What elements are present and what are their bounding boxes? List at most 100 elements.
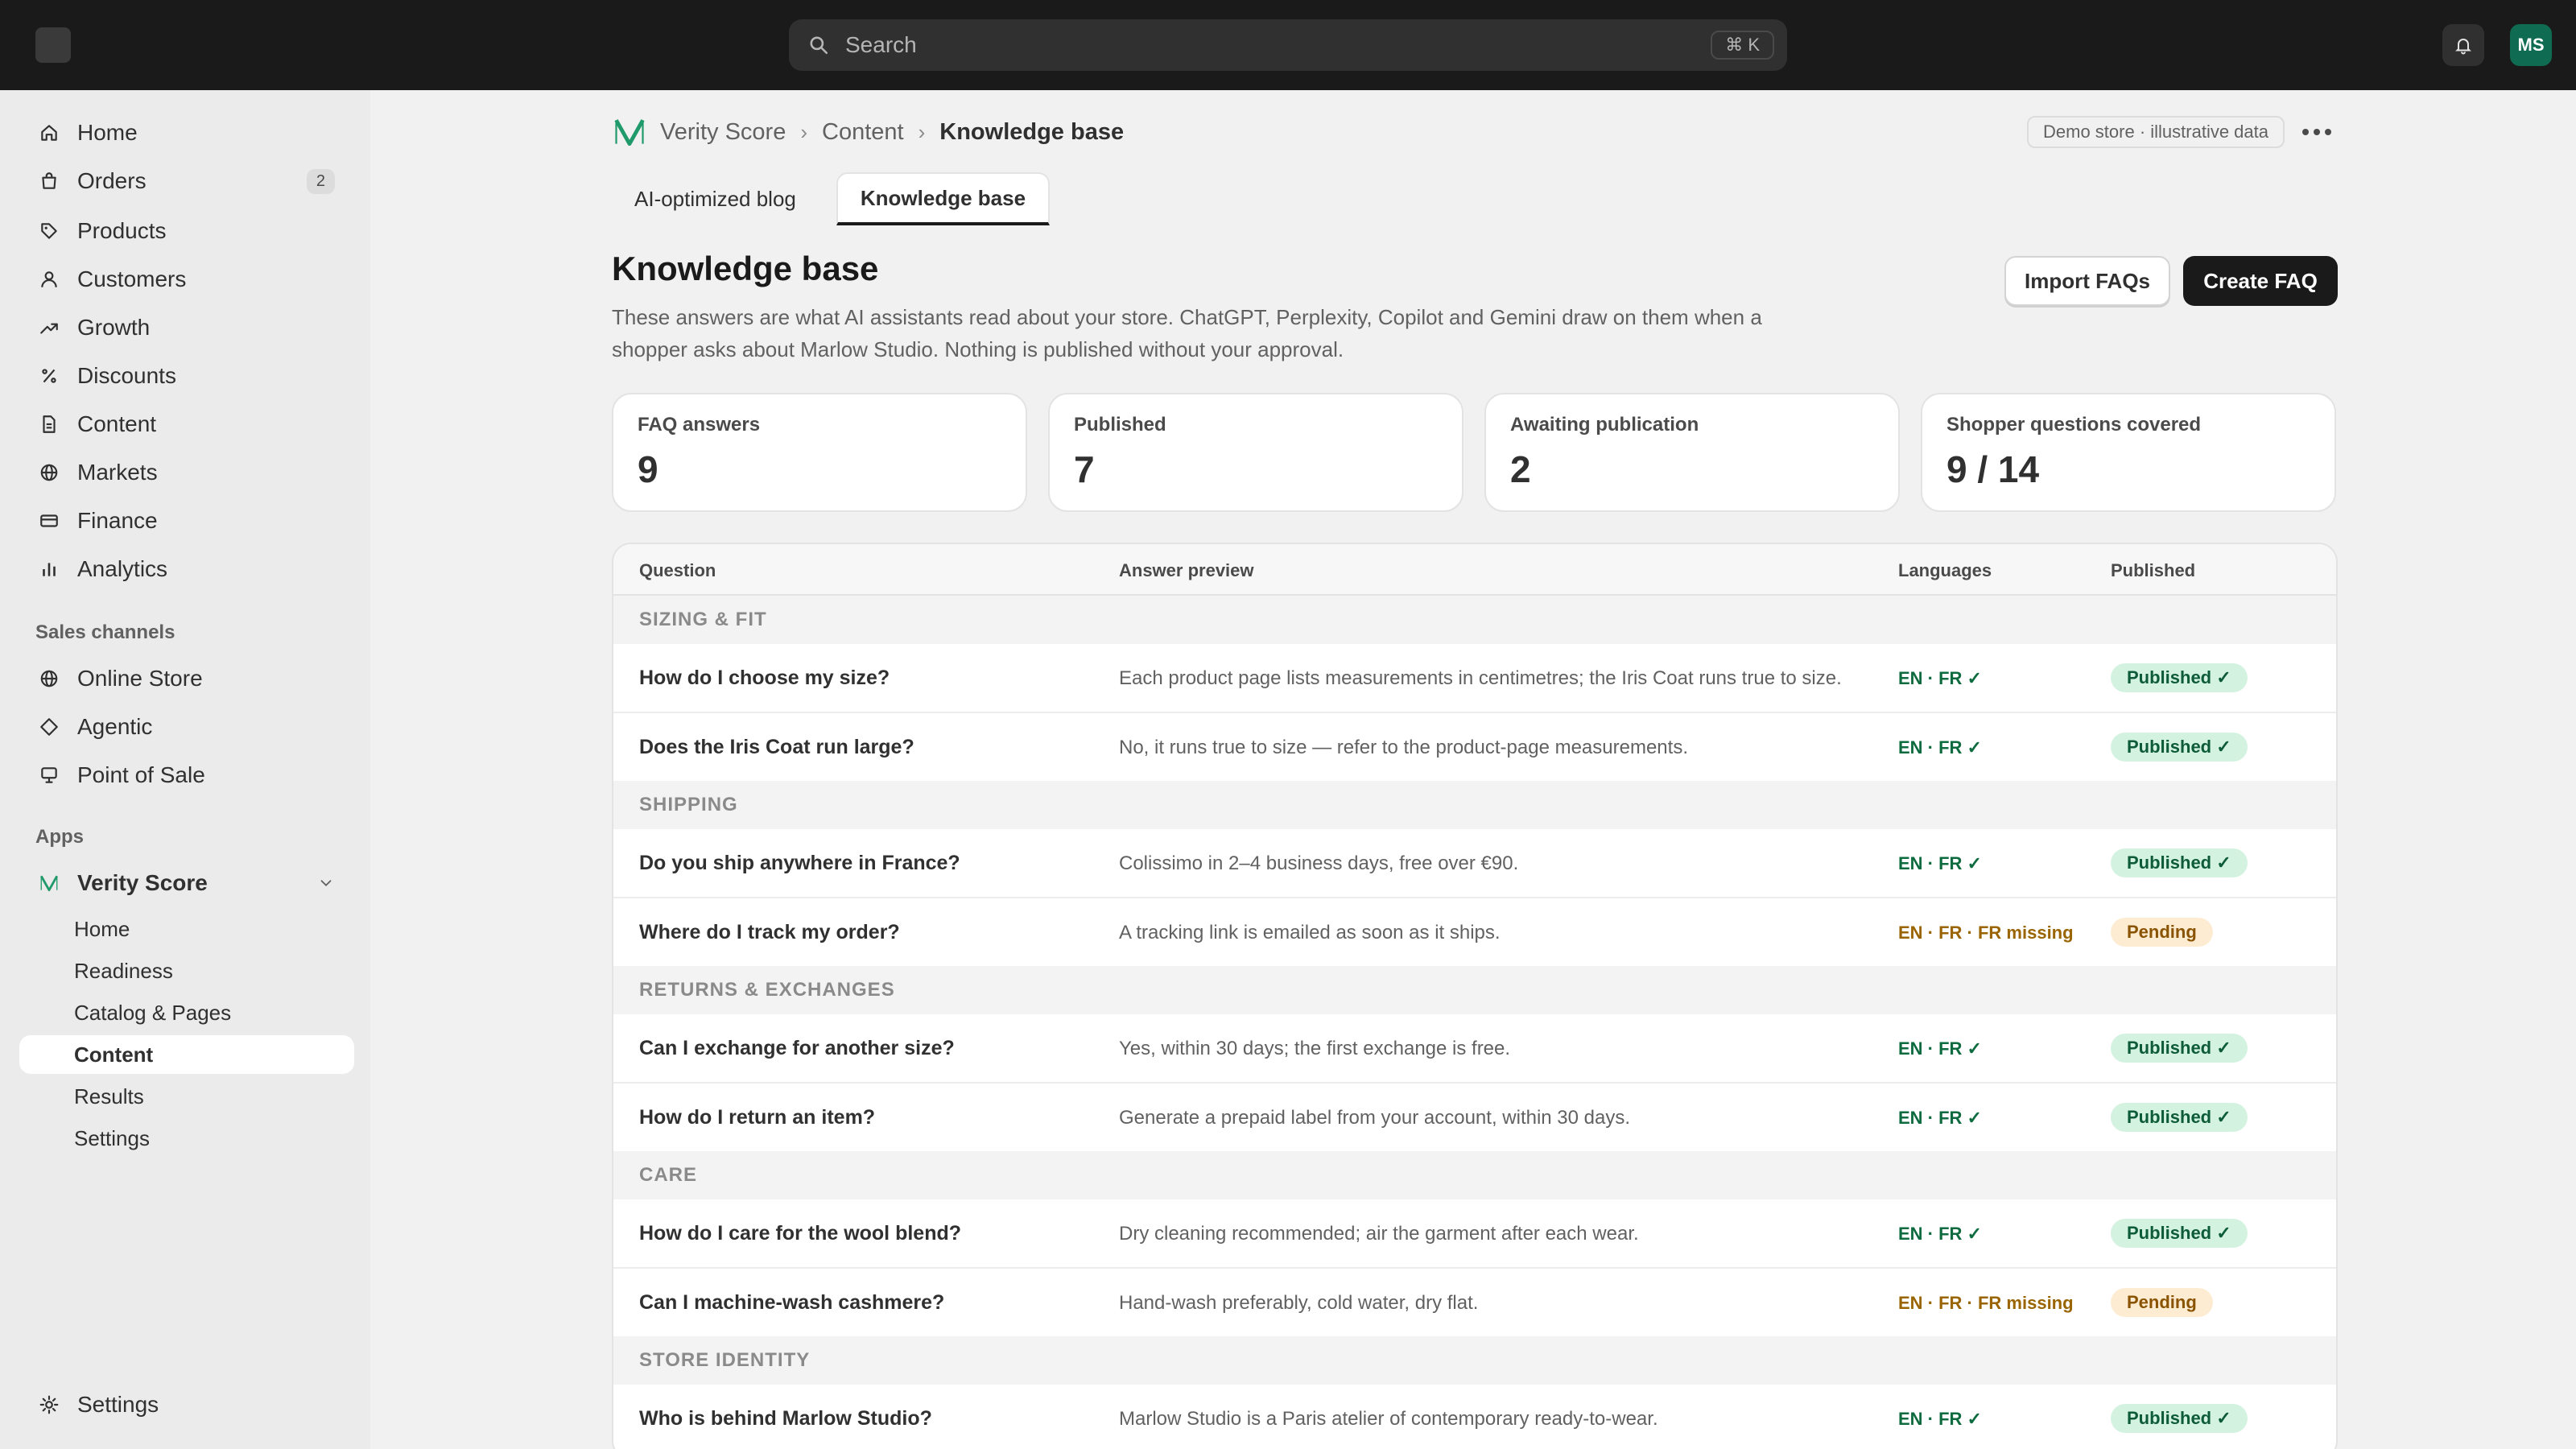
sidebar-item-label: Agentic <box>77 714 153 739</box>
table-row[interactable]: Does the Iris Coat run large? No, it run… <box>613 713 2336 782</box>
sidebar-item-discounts[interactable]: Discounts <box>19 356 354 396</box>
group-title: RETURNS & EXCHANGES <box>639 979 895 1001</box>
import-faqs-button[interactable]: Import FAQs <box>2004 256 2170 306</box>
stat-card-questions-covered: Shopper questions covered 9 / 14 <box>1921 393 2336 512</box>
sidebar: Home Orders 2 Products Customers Growth … <box>0 90 370 1449</box>
status-badge: Pending <box>2111 918 2213 947</box>
faq-question: How do I return an item? <box>639 1106 876 1129</box>
app-subitem-results[interactable]: Results <box>19 1077 354 1116</box>
sidebar-item-label: Customers <box>77 266 187 291</box>
avatar[interactable]: MS <box>2510 24 2552 66</box>
table-group-header: STORE IDENTITY <box>613 1336 2336 1385</box>
table-row[interactable]: Who is behind Marlow Studio? Marlow Stud… <box>613 1385 2336 1449</box>
app-subitem-home[interactable]: Home <box>19 910 354 948</box>
app-subitem-settings[interactable]: Settings <box>19 1119 354 1158</box>
stat-label: Awaiting publication <box>1510 414 1699 436</box>
table-row[interactable]: Can I exchange for another size? Yes, wi… <box>613 1014 2336 1084</box>
column-header-answer[interactable]: Answer preview <box>1119 560 1254 581</box>
person-icon <box>29 259 69 299</box>
faq-question: Where do I track my order? <box>639 921 900 943</box>
sidebar-item-products[interactable]: Products <box>19 211 354 251</box>
more-actions-button[interactable] <box>2296 116 2338 148</box>
faq-answer-preview: Colissimo in 2–4 business days, free ove… <box>1119 852 1519 874</box>
sidebar-item-label: Discounts <box>77 363 176 388</box>
search-input[interactable]: Search <box>845 32 1711 58</box>
faq-languages: EN · FR ✓ <box>1898 1038 1982 1059</box>
column-header-question[interactable]: Question <box>639 560 716 581</box>
stat-label: Published <box>1074 414 1166 436</box>
faq-languages: EN · FR ✓ <box>1898 853 1982 873</box>
chevron-down-icon[interactable] <box>317 874 335 896</box>
breadcrumb-current: Knowledge base <box>939 118 1125 145</box>
faq-answer-preview: Yes, within 30 days; the first exchange … <box>1119 1038 1511 1059</box>
sidebar-item-finance[interactable]: Finance <box>19 501 354 541</box>
sidebar-item-home[interactable]: Home <box>19 113 354 153</box>
table-row[interactable]: How do I choose my size? Each product pa… <box>613 644 2336 713</box>
bell-icon <box>2455 39 2471 55</box>
sidebar-item-growth[interactable]: Growth <box>19 308 354 348</box>
gear-icon <box>29 1385 69 1425</box>
tab-knowledge-base[interactable]: Knowledge base <box>836 172 1051 225</box>
sidebar-item-label: Online Store <box>77 666 203 691</box>
breadcrumb-separator: › <box>918 119 926 144</box>
table-row[interactable]: Do you ship anywhere in France? Colissim… <box>613 829 2336 898</box>
tab-ai-optimized-blog[interactable]: AI-optimized blog <box>612 172 819 225</box>
search-bar[interactable]: Search ⌘ K <box>789 19 1787 71</box>
search-icon <box>810 36 828 55</box>
table-group-header: SHIPPING <box>613 781 2336 829</box>
faq-answer-preview: Dry cleaning recommended; air the garmen… <box>1119 1223 1639 1245</box>
globe-icon <box>29 452 69 493</box>
sidebar-item-analytics[interactable]: Analytics <box>19 549 354 589</box>
group-title: SIZING & FIT <box>639 609 767 630</box>
sidebar-item-settings[interactable]: Settings <box>19 1385 354 1425</box>
faq-question: Do you ship anywhere in France? <box>639 852 960 874</box>
percent-icon <box>29 356 69 396</box>
app-subitem-readiness[interactable]: Readiness <box>19 952 354 990</box>
sidebar-item-label: Analytics <box>77 556 168 581</box>
faq-answer-preview: Generate a prepaid label from your accou… <box>1119 1107 1631 1129</box>
page-description: These answers are what AI assistants rea… <box>612 305 1762 361</box>
sidebar-item-content[interactable]: Content <box>19 404 354 444</box>
table-row[interactable]: How do I care for the wool blend? Dry cl… <box>613 1199 2336 1269</box>
stat-card-faq-answers: FAQ answers 9 <box>612 393 1027 512</box>
faq-languages: EN · FR ✓ <box>1898 668 1982 688</box>
sidebar-item-orders[interactable]: Orders 2 <box>19 161 354 201</box>
status-badge: Published ✓ <box>2111 733 2248 762</box>
faq-table: Question Answer preview Languages Publis… <box>612 543 2338 1449</box>
globe-icon <box>29 658 69 699</box>
column-header-languages[interactable]: Languages <box>1898 560 1992 581</box>
status-badge: Published ✓ <box>2111 1219 2248 1248</box>
table-row[interactable]: Can I machine-wash cashmere? Hand-wash p… <box>613 1269 2336 1338</box>
store-logo-icon[interactable] <box>35 27 71 63</box>
breadcrumb-root[interactable]: Verity Score <box>660 119 786 146</box>
sidebar-item-online-store[interactable]: Online Store <box>19 658 354 699</box>
breadcrumb-separator: › <box>800 119 808 144</box>
sidebar-item-markets[interactable]: Markets <box>19 452 354 493</box>
app-subitem-catalog-pages[interactable]: Catalog & Pages <box>19 993 354 1032</box>
main-content: Verity Score › Content › Knowledge base … <box>370 90 2576 1449</box>
breadcrumb-content[interactable]: Content <box>822 119 904 146</box>
table-row[interactable]: How do I return an item? Generate a prep… <box>613 1084 2336 1153</box>
sidebar-item-point-of-sale[interactable]: Point of Sale <box>19 755 354 795</box>
column-header-published[interactable]: Published <box>2111 560 2195 581</box>
table-group-header: SIZING & FIT <box>613 596 2336 644</box>
sidebar-item-label: Markets <box>77 460 158 485</box>
faq-answer-preview: No, it runs true to size — refer to the … <box>1119 737 1688 758</box>
stat-card-published: Published 7 <box>1048 393 1463 512</box>
stat-card-awaiting: Awaiting publication 2 <box>1484 393 1900 512</box>
document-icon <box>29 404 69 444</box>
top-bar: Search ⌘ K MS <box>0 0 2576 90</box>
create-faq-button[interactable]: Create FAQ <box>2183 256 2338 306</box>
tag-icon <box>29 211 69 251</box>
status-badge: Pending <box>2111 1288 2213 1317</box>
table-row[interactable]: Where do I track my order? A tracking li… <box>613 898 2336 968</box>
notifications-button[interactable] <box>2442 24 2484 66</box>
app-subitem-content[interactable]: Content <box>19 1035 354 1074</box>
faq-answer-preview: A tracking link is emailed as soon as it… <box>1119 922 1501 943</box>
sidebar-item-agentic[interactable]: Agentic <box>19 707 354 747</box>
sidebar-item-verity-score[interactable]: Verity Score <box>19 863 354 903</box>
sidebar-item-label: Settings <box>77 1392 159 1417</box>
sidebar-item-customers[interactable]: Customers <box>19 259 354 299</box>
stat-value: 9 <box>638 448 658 490</box>
faq-languages: EN · FR · FR missing <box>1898 1293 2074 1313</box>
